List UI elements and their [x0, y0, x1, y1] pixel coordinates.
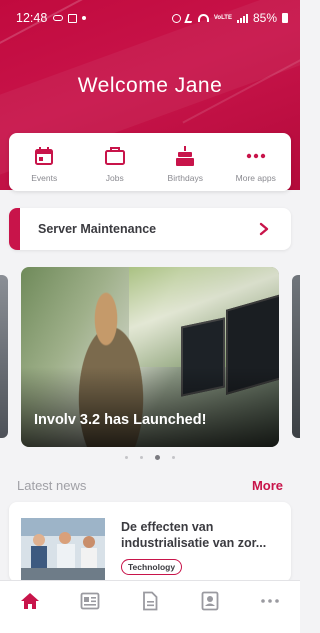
more-horizontal-icon [260, 591, 280, 611]
carousel-dot[interactable] [125, 456, 128, 459]
app-label: More apps [235, 173, 276, 183]
quick-apps-card: Events Jobs Birthdays More apps [9, 133, 291, 191]
document-icon [140, 591, 160, 611]
app-more[interactable]: More apps [221, 133, 292, 191]
carousel-dot[interactable] [172, 456, 175, 459]
carousel-indicator [0, 455, 300, 460]
app-events[interactable]: Events [9, 133, 80, 191]
alarm-icon [171, 13, 181, 23]
app-label: Events [31, 173, 58, 183]
notice-accent [9, 208, 20, 250]
news-section-header: Latest news More [17, 478, 283, 493]
profile-card-icon [200, 591, 220, 611]
news-card[interactable]: De effecten van industrialisatie van zor… [9, 502, 291, 582]
volte-icon: VoLTE [213, 15, 232, 21]
news-headline: De effecten van industrialisatie van zor… [121, 520, 267, 550]
nav-more[interactable] [240, 581, 300, 611]
carousel-slide[interactable]: Involv 3.2 has Launched! [21, 267, 279, 447]
carousel-next-slide[interactable] [292, 275, 300, 438]
nav-documents[interactable] [120, 581, 180, 611]
app-jobs[interactable]: Jobs [80, 133, 151, 191]
briefcase-icon [104, 145, 126, 167]
more-dots-icon [245, 145, 267, 167]
nav-news[interactable] [60, 581, 120, 611]
status-time: 12:48 [16, 11, 48, 25]
signal-icon [236, 13, 248, 23]
notification-dot-icon [82, 16, 87, 20]
cake-icon [174, 145, 196, 167]
notice-title: Server Maintenance [38, 222, 157, 236]
news-thumbnail [21, 518, 105, 580]
app-label: Jobs [105, 173, 124, 183]
newspaper-icon [80, 591, 100, 611]
battery-percent: 85% [252, 11, 277, 25]
slide-title: Involv 3.2 has Launched! [34, 412, 207, 428]
welcome-title: Welcome Jane [77, 74, 223, 97]
app-birthdays[interactable]: Birthdays [150, 133, 221, 191]
home-icon [20, 591, 40, 611]
news-section-title: Latest news [17, 478, 87, 493]
wifi-icon [197, 14, 209, 22]
carousel-prev-slide[interactable] [0, 275, 8, 438]
battery-icon [282, 13, 288, 23]
server-maintenance-notice[interactable]: Server Maintenance [9, 208, 291, 250]
carousel-dot[interactable] [140, 456, 143, 459]
link-icon [53, 15, 64, 21]
bottom-navigation [0, 580, 300, 633]
nav-profile[interactable] [180, 581, 240, 611]
status-bar: 12:48 VoLTE 85% [0, 0, 300, 36]
app-label: Birthdays [167, 173, 203, 183]
news-category-tag[interactable]: Technology [121, 559, 183, 575]
calendar-icon [33, 145, 55, 167]
news-more-link[interactable]: More [252, 478, 283, 493]
chevron-right-icon [259, 222, 271, 236]
nav-home[interactable] [0, 581, 60, 611]
carousel-dot-active[interactable] [155, 455, 160, 460]
mute-icon [184, 13, 195, 23]
image-icon [68, 13, 78, 23]
